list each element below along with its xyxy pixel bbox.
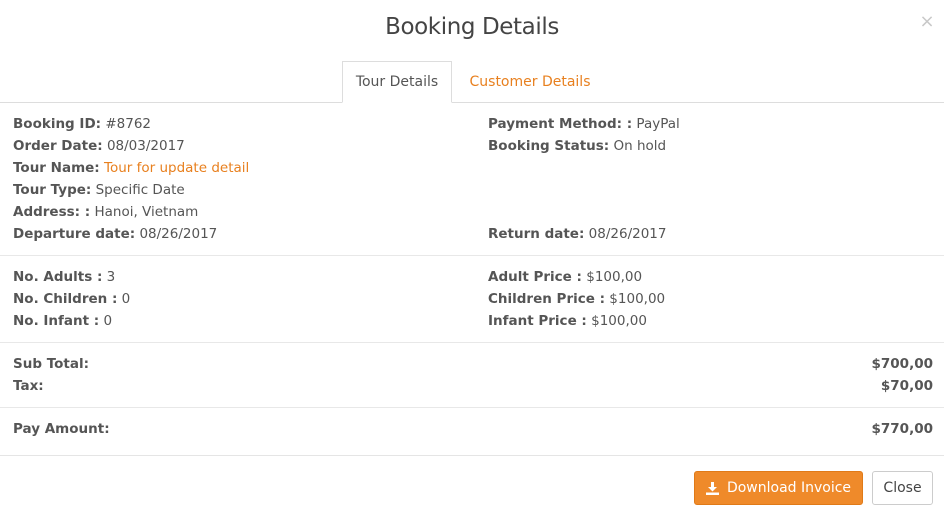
subtotal-label: Sub Total: — [13, 356, 89, 372]
booking-status-label: Booking Status: — [488, 138, 610, 154]
download-invoice-button[interactable]: Download Invoice — [694, 471, 863, 505]
address-value: Hanoi, Vietnam — [94, 204, 199, 220]
adult-price-value: $100,00 — [586, 269, 643, 285]
tour-type-row: Tour Type: Specific Date — [13, 179, 185, 201]
pay-amount-label: Pay Amount: — [13, 421, 110, 437]
infant-price-row: Infant Price : $100,00 — [488, 310, 647, 332]
payment-method-value: PayPal — [636, 116, 680, 132]
infant-price-label: Infant Price : — [488, 313, 587, 329]
adults-row: No. Adults : 3 — [13, 266, 115, 288]
pay-amount-value: $770,00 — [871, 421, 934, 437]
adults-value: 3 — [106, 269, 116, 285]
booking-id-label: Booking ID: — [13, 116, 102, 132]
children-price-row: Children Price : $100,00 — [488, 288, 665, 310]
return-date-value: 08/26/2017 — [588, 226, 667, 242]
tab-customer-details[interactable]: Customer Details — [462, 61, 598, 103]
tax-label: Tax: — [13, 378, 44, 394]
children-price-label: Children Price : — [488, 291, 605, 307]
close-button[interactable]: Close — [872, 471, 933, 505]
tax-value: $70,00 — [880, 378, 933, 394]
departure-date-value: 08/26/2017 — [139, 226, 218, 242]
children-value: 0 — [121, 291, 131, 307]
tour-name-label: Tour Name: — [13, 160, 100, 176]
modal-title: Booking Details — [385, 14, 559, 40]
tour-type-label: Tour Type: — [13, 182, 92, 198]
tour-name-link[interactable]: Tour for update detail — [104, 160, 249, 176]
tour-name-row: Tour Name: Tour for update detail — [13, 157, 249, 179]
adult-price-label: Adult Price : — [488, 269, 582, 285]
section-divider — [0, 342, 944, 343]
order-date-value: 08/03/2017 — [106, 138, 185, 154]
address-row: Address: : Hanoi, Vietnam — [13, 201, 198, 223]
children-price-value: $100,00 — [609, 291, 666, 307]
section-divider — [0, 255, 944, 256]
footer-divider — [0, 455, 944, 456]
departure-date-row: Departure date: 08/26/2017 — [13, 223, 217, 245]
subtotal-value: $700,00 — [871, 356, 934, 372]
booking-id-row: Booking ID: #8762 — [13, 113, 151, 135]
departure-date-label: Departure date: — [13, 226, 136, 242]
booking-id-value: #8762 — [105, 116, 152, 132]
infant-label: No. Infant : — [13, 313, 100, 329]
infant-value: 0 — [103, 313, 113, 329]
address-label: Address: : — [13, 204, 91, 220]
adult-price-row: Adult Price : $100,00 — [488, 266, 642, 288]
payment-method-label: Payment Method: : — [488, 116, 633, 132]
order-date-row: Order Date: 08/03/2017 — [13, 135, 185, 157]
payment-method-row: Payment Method: : PayPal — [488, 113, 680, 135]
tour-type-value: Specific Date — [95, 182, 185, 198]
adults-label: No. Adults : — [13, 269, 103, 285]
children-label: No. Children : — [13, 291, 118, 307]
order-date-label: Order Date: — [13, 138, 103, 154]
booking-status-row: Booking Status: On hold — [488, 135, 666, 157]
return-date-label: Return date: — [488, 226, 585, 242]
booking-status-value: On hold — [613, 138, 667, 154]
close-icon[interactable]: × — [919, 12, 935, 32]
children-row: No. Children : 0 — [13, 288, 130, 310]
infant-row: No. Infant : 0 — [13, 310, 112, 332]
section-divider — [0, 407, 944, 408]
infant-price-value: $100,00 — [591, 313, 647, 329]
download-invoice-label: Download Invoice — [726, 480, 852, 496]
tab-tour-details[interactable]: Tour Details — [342, 61, 452, 103]
download-icon — [705, 481, 719, 495]
return-date-row: Return date: 08/26/2017 — [488, 223, 666, 245]
